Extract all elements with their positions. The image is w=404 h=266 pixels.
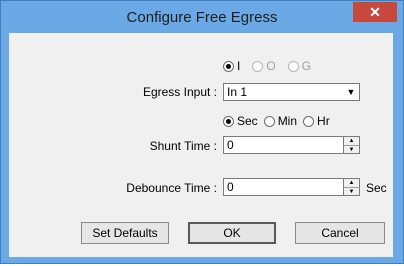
shunt-time-input[interactable]: 0: [223, 136, 344, 154]
radio-label: Sec: [237, 114, 258, 128]
radio-button-icon[interactable]: [303, 115, 315, 127]
radio-label: Hr: [317, 114, 330, 128]
egress-input-label: Egress Input :: [142, 85, 217, 99]
ok-button[interactable]: OK: [188, 222, 276, 244]
radio-egress-o: O: [252, 59, 276, 73]
radio-unit-sec[interactable]: Sec: [223, 114, 258, 128]
spin-down-icon[interactable]: ▼: [344, 187, 359, 196]
shunt-time-stepper[interactable]: 0 ▲ ▼: [223, 136, 360, 154]
debounce-time-input[interactable]: 0: [223, 178, 344, 196]
spin-buttons[interactable]: ▲ ▼: [344, 136, 360, 154]
radio-button-icon[interactable]: [263, 115, 275, 127]
debounce-time-stepper[interactable]: 0 ▲ ▼: [223, 178, 360, 196]
dialog-title: Configure Free Egress: [126, 9, 278, 26]
radio-unit-hr[interactable]: Hr: [303, 114, 330, 128]
radio-egress-g: G: [287, 59, 312, 73]
shunt-time-label: Shunt Time :: [149, 139, 217, 153]
debounce-unit-label: Sec: [366, 181, 387, 195]
radio-button-icon: [252, 60, 264, 72]
radio-label: O: [266, 59, 276, 73]
radio-unit-min[interactable]: Min: [263, 114, 298, 128]
cancel-button[interactable]: Cancel: [295, 222, 385, 244]
dialog-body: I O G Egress Input : In 1 ▼ Sec Min Hr S…: [9, 33, 393, 257]
egress-input-value: In 1: [227, 85, 248, 99]
egress-input-select[interactable]: In 1 ▼: [223, 83, 360, 101]
close-button[interactable]: ✕: [353, 2, 397, 22]
dialog-window: Configure Free Egress ✕ I O G Egress Inp…: [0, 0, 404, 264]
radio-egress-i[interactable]: I: [223, 59, 240, 73]
radio-label: G: [301, 59, 312, 73]
radio-button-icon[interactable]: [223, 115, 234, 127]
radio-label: I: [237, 59, 241, 73]
spin-down-icon[interactable]: ▼: [344, 145, 359, 154]
set-defaults-button[interactable]: Set Defaults: [81, 222, 169, 244]
egress-type-group: I O G: [223, 59, 323, 73]
spin-up-icon[interactable]: ▲: [344, 179, 359, 187]
close-icon: ✕: [369, 3, 381, 20]
spin-buttons[interactable]: ▲ ▼: [344, 178, 360, 196]
chevron-down-icon[interactable]: ▼: [344, 85, 358, 99]
spin-up-icon[interactable]: ▲: [344, 137, 359, 145]
time-unit-group: Sec Min Hr: [223, 114, 342, 128]
title-bar[interactable]: Configure Free Egress ✕: [1, 1, 403, 33]
radio-label: Min: [277, 114, 298, 128]
radio-button-icon: [287, 60, 299, 72]
radio-button-icon[interactable]: [223, 60, 234, 72]
debounce-time-label: Debounce Time :: [126, 181, 217, 195]
